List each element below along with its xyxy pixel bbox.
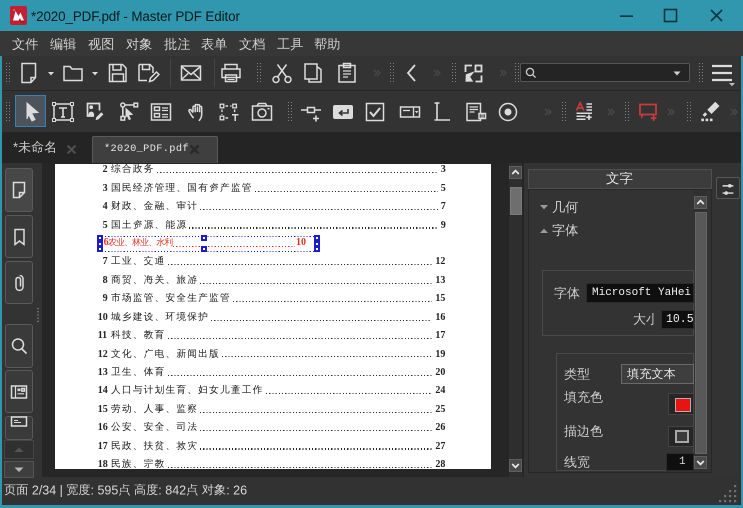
svg-text:: 26: : 26 <box>226 484 247 497</box>
svg-text:*: * <box>13 141 18 154</box>
svg-text:: 842: : 842 <box>158 484 186 497</box>
svg-text:2/34 |: 2/34 | <box>28 484 66 497</box>
svg-text:: 595: : 595 <box>91 484 119 497</box>
